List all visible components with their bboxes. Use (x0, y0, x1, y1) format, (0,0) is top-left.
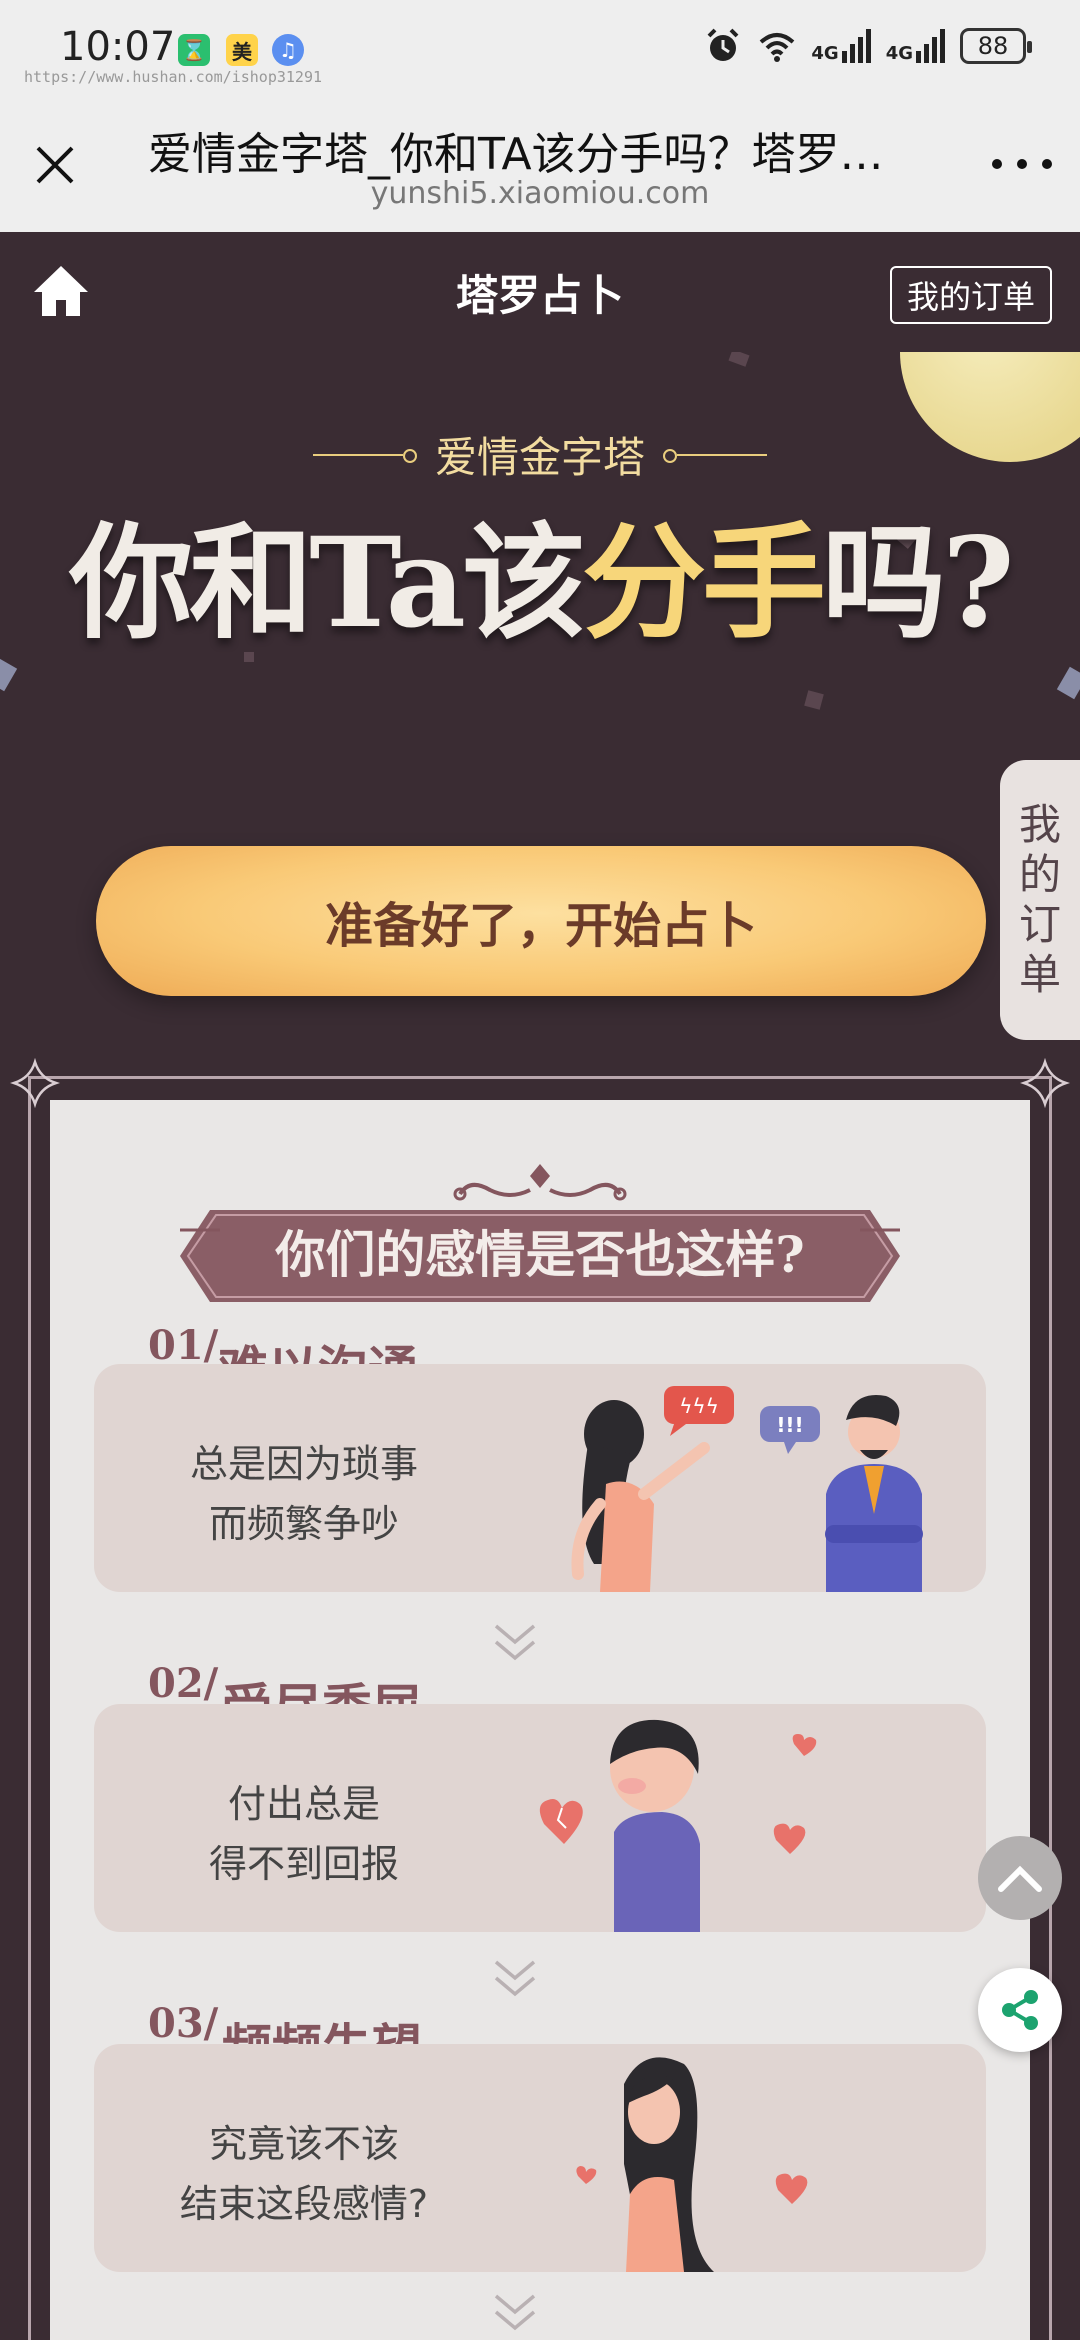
item-description-line: 而频繁争吵 (208, 1502, 399, 1546)
item-description-line: 结束这段感情? (179, 2182, 429, 2226)
hero-banner: 爱情金字塔 你和Ta该分手吗? 准备好了，开始占卜 (0, 352, 1080, 1052)
status-time: 10:07 (60, 24, 176, 70)
chevron-up-icon (998, 1865, 1042, 1892)
problem-card-3: 究竟该不该 结束这段感情? (94, 2044, 986, 2272)
section-title-banner: 你们的感情是否也这样? (180, 1160, 900, 1302)
hero-title-highlight: 分手 (582, 511, 826, 656)
chevron-down-icon (494, 2294, 536, 2331)
watermark-text: https://www.hushan.com/ishop31291 (24, 68, 323, 86)
disappointed-woman-illustration (576, 2057, 808, 2272)
hero-title-part2: 吗? (822, 511, 1015, 656)
chevron-down-icon (494, 1624, 536, 1661)
item-description-line: 总是因为琐事 (189, 1442, 418, 1486)
scroll-to-top-button[interactable] (978, 1836, 1062, 1920)
share-icon (1002, 1990, 1038, 2030)
browser-toolbar: 爱情金字塔_你和TA该分手吗？塔罗… yunshi5.xiaomiou.com (0, 100, 1080, 232)
side-tab-char: 的 (1018, 850, 1061, 899)
battery-indicator: 88 (960, 28, 1032, 64)
browser-url: yunshi5.xiaomiou.com (370, 176, 710, 211)
hero-title: 你和Ta该分手吗? (0, 482, 1080, 662)
signal-2-icon: 4G (886, 29, 946, 63)
item-description-line: 究竟该不该 (208, 2122, 399, 2166)
angry-bubble-text: ϟϟϟ (679, 1394, 719, 1418)
arguing-couple-illustration: ϟϟϟ !!! (571, 1386, 923, 1592)
section-title: 你们的感情是否也这样? (275, 1225, 805, 1284)
item-description: 总是因为琐事 而频繁争吵 (154, 1434, 454, 1554)
item-number: 03/ (148, 2000, 219, 2047)
item-number: 02/ (148, 1660, 219, 1707)
start-divination-button[interactable]: 准备好了，开始占卜 (96, 846, 986, 996)
chevron-down-icon (494, 1960, 536, 1997)
status-bar: 10:07 ⌛ 美 ♫ https://www.hushan.com/ishop… (0, 0, 1080, 100)
sad-man-illustration (539, 1719, 817, 1932)
hero-subtitle: 爱情金字塔 (434, 433, 645, 482)
scroll-ornament-icon (453, 1164, 627, 1201)
wifi-icon (760, 33, 795, 62)
confetti-decoration (804, 690, 824, 710)
side-tab-char: 订 (1018, 900, 1061, 949)
confetti-decoration (1056, 666, 1080, 700)
side-my-orders-tab[interactable]: 我 的 订 单 (1000, 760, 1080, 1040)
side-tab-char: 单 (1018, 950, 1061, 999)
music-app-icon: ♫ (272, 34, 304, 66)
hero-title-part1: 你和Ta该 (69, 511, 586, 656)
browser-page-title: 爱情金字塔_你和TA该分手吗？塔罗… (148, 129, 884, 180)
alarm-icon (707, 28, 739, 61)
item-description: 究竟该不该 结束这段感情? (154, 2114, 454, 2234)
problem-card-1: 总是因为琐事 而频繁争吵 ϟϟϟ !!! (94, 1364, 986, 1592)
more-options-icon[interactable] (992, 144, 1052, 184)
my-orders-button[interactable]: 我的订单 (890, 266, 1052, 324)
signal-1-icon: 4G (811, 29, 871, 63)
item-description-line: 付出总是 (227, 1782, 380, 1826)
item-number: 01/ (148, 1322, 219, 1369)
confetti-decoration (728, 352, 750, 367)
hourglass-app-icon: ⌛ (178, 34, 210, 66)
problem-card-2: 付出总是 得不到回报 (94, 1704, 986, 1932)
side-tab-char: 我 (1018, 800, 1061, 849)
share-button[interactable] (978, 1968, 1062, 2052)
app-header: 塔罗占卜 我的订单 (0, 232, 1080, 352)
confetti-decoration (0, 658, 18, 692)
meituan-app-icon: 美 (226, 34, 258, 66)
content-card: 你们的感情是否也这样? 01/ 难以沟通 总是因为琐事 而频繁争吵 ϟϟϟ !!… (50, 1100, 1030, 2340)
item-description: 付出总是 得不到回报 (154, 1774, 454, 1894)
surprise-bubble-text: !!! (776, 1413, 803, 1437)
item-description-line: 得不到回报 (208, 1842, 399, 1886)
